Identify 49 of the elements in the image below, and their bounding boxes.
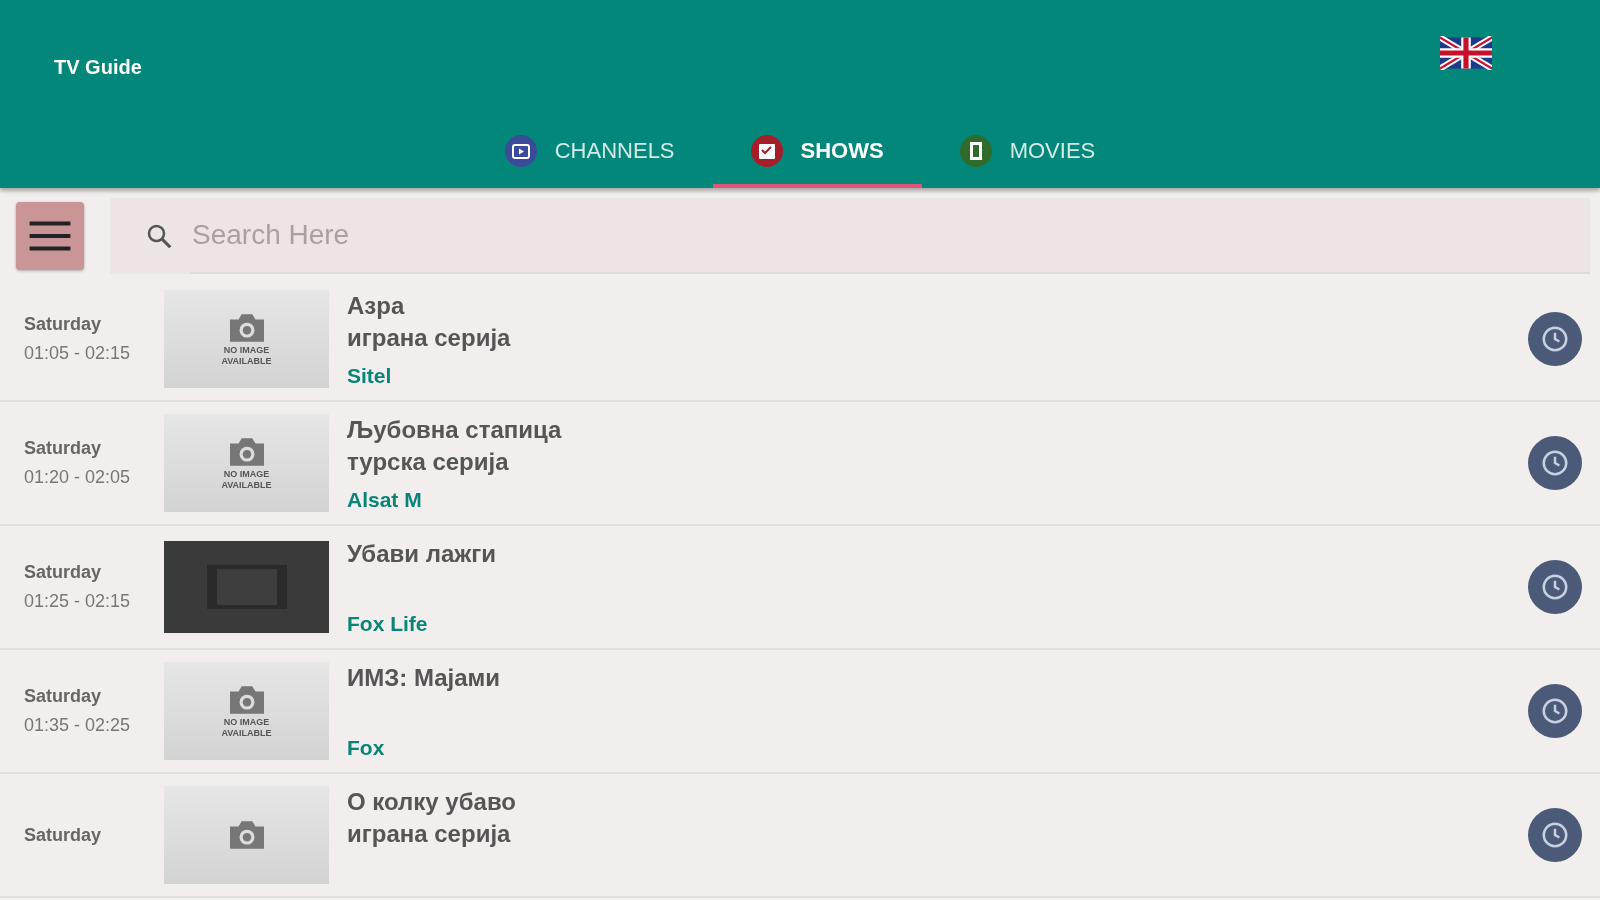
show-day: Saturday (24, 438, 164, 459)
clock-icon (1540, 324, 1570, 354)
clock-icon (1540, 820, 1570, 850)
show-title: Азра (347, 291, 406, 321)
no-image-caption: NO IMAGE (223, 717, 270, 728)
menu-button[interactable] (16, 202, 84, 270)
tab[interactable]: CHANNELS (466, 123, 713, 188)
show-title: играна серија (347, 819, 512, 849)
show-row[interactable]: Saturday 01:25 - 02:15 Убави лажги Fox Life (0, 526, 1600, 650)
channel-name: Fox Life (347, 612, 429, 636)
channel-name: Alsat M (347, 488, 423, 512)
show-row[interactable]: Saturday 01:20 - 02:05 NO IMAGE AVAILABLE Љубовна стапица турска серија Alsat M (0, 402, 1600, 526)
show-row[interactable]: Saturday О колку убаво играна серија (0, 774, 1600, 898)
search-field[interactable]: Search Here (110, 198, 1590, 274)
channel-name: Sitel (347, 364, 393, 388)
show-row[interactable]: Saturday 01:05 - 02:15 NO IMAGE AVAILABLE Азра играна серија Sitel (0, 278, 1600, 402)
show-time: 01:25 - 02:15 (24, 591, 132, 612)
reminder-button[interactable] (1528, 808, 1582, 862)
show-title: Убави лажги (347, 539, 498, 569)
show-row[interactable]: Saturday 01:35 - 02:25 NO IMAGE AVAILABLE ИМЗ: Мајами Fox (0, 650, 1600, 774)
tab[interactable]: SHOWS (712, 123, 922, 188)
no-image-caption: AVAILABLE (221, 480, 272, 491)
clock-icon (1540, 696, 1570, 726)
show-day: Saturday (24, 824, 164, 846)
channel-name: Fox (347, 736, 386, 760)
flag-icon[interactable] (1440, 36, 1492, 70)
tab[interactable]: MOVIES (921, 123, 1134, 188)
reminder-button[interactable] (1528, 560, 1582, 614)
show-title: ИМЗ: Мајами (347, 663, 502, 693)
show-title: Љубовна стапица (347, 415, 563, 445)
reminder-button[interactable] (1528, 684, 1582, 738)
show-time: 01:05 - 02:15 (24, 343, 132, 364)
clock-icon (1540, 448, 1570, 478)
show-day: Saturday (24, 686, 164, 707)
show-time: 01:35 - 02:25 (24, 715, 132, 736)
show-time: 01:20 - 02:05 (24, 467, 132, 488)
app-title: TV Guide (54, 56, 142, 79)
show-title: турска серија (347, 447, 510, 477)
show-day: Saturday (24, 562, 164, 583)
no-image-caption: NO IMAGE (223, 469, 270, 480)
show-day: Saturday (24, 314, 164, 335)
no-image-caption: NO IMAGE (223, 345, 270, 356)
no-image-caption: AVAILABLE (221, 728, 272, 739)
reminder-button[interactable] (1528, 436, 1582, 490)
clock-icon (1540, 572, 1570, 602)
show-title: играна серија (347, 323, 512, 353)
show-title: О колку убаво (347, 787, 517, 817)
no-image-caption: AVAILABLE (221, 356, 272, 367)
reminder-button[interactable] (1528, 312, 1582, 366)
